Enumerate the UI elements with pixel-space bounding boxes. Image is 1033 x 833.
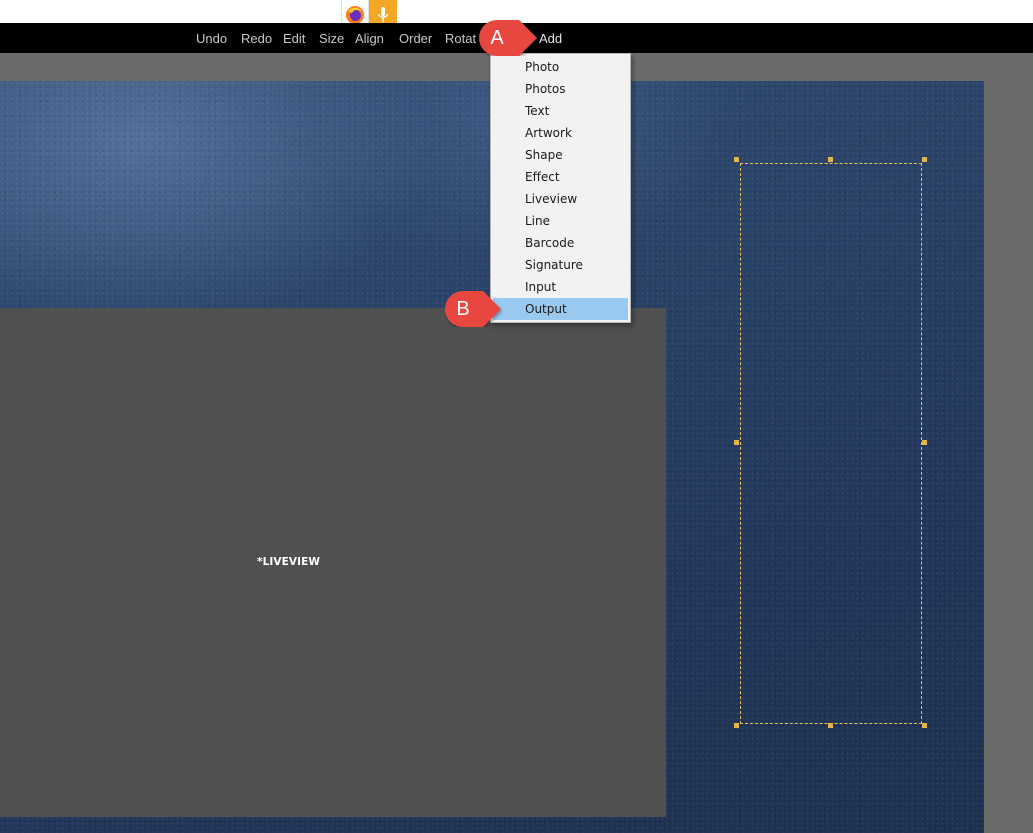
microphone-icon: [377, 7, 389, 22]
resize-handle-top[interactable]: [828, 157, 833, 162]
toolbar-order[interactable]: Order: [399, 23, 432, 53]
menu-item-shape[interactable]: Shape: [493, 144, 628, 166]
toolbar-align[interactable]: Align: [355, 23, 384, 53]
resize-handle-bottom[interactable]: [828, 723, 833, 728]
toolbar-rotate[interactable]: Rotat: [445, 23, 476, 53]
menu-item-effect[interactable]: Effect: [493, 166, 628, 188]
menu-item-barcode[interactable]: Barcode: [493, 232, 628, 254]
resize-handle-top-left[interactable]: [734, 157, 739, 162]
resize-handle-right[interactable]: [922, 440, 927, 445]
resize-handle-bottom-left[interactable]: [734, 723, 739, 728]
toolbar-undo[interactable]: Undo: [196, 23, 227, 53]
firefox-icon: [346, 5, 364, 24]
liveview-label: *LIVEVIEW: [257, 556, 321, 568]
liveview-placeholder[interactable]: *LIVEVIEW: [0, 308, 666, 817]
toolbar-add[interactable]: Add: [539, 23, 562, 53]
callout-a: A: [479, 20, 539, 56]
resize-handle-left[interactable]: [734, 440, 739, 445]
menu-item-photos[interactable]: Photos: [493, 78, 628, 100]
menu-item-photo[interactable]: Photo: [493, 56, 628, 78]
callout-b: B: [445, 291, 503, 327]
menu-item-signature[interactable]: Signature: [493, 254, 628, 276]
resize-handle-top-right[interactable]: [922, 157, 927, 162]
resize-handle-bottom-right[interactable]: [922, 723, 927, 728]
toolbar-size[interactable]: Size: [319, 23, 344, 53]
menu-item-liveview[interactable]: Liveview: [493, 188, 628, 210]
menu-item-input[interactable]: Input: [493, 276, 628, 298]
callout-b-label: B: [456, 298, 470, 320]
callout-a-label: A: [490, 27, 504, 49]
toolbar-edit[interactable]: Edit: [283, 23, 305, 53]
selection-box[interactable]: [740, 163, 922, 724]
menu-item-line[interactable]: Line: [493, 210, 628, 232]
add-dropdown-menu: Photo Photos Text Artwork Shape Effect L…: [490, 53, 631, 323]
menu-item-output[interactable]: Output: [493, 298, 628, 320]
toolbar-redo[interactable]: Redo: [241, 23, 272, 53]
menu-item-text[interactable]: Text: [493, 100, 628, 122]
menu-item-artwork[interactable]: Artwork: [493, 122, 628, 144]
